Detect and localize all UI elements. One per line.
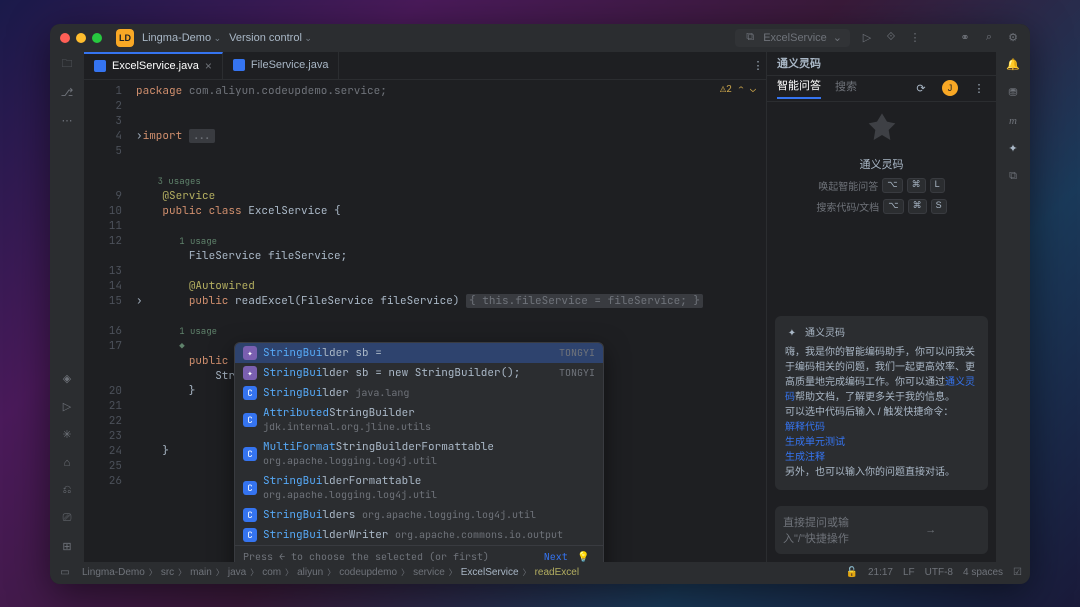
autocomplete-footer: Press ← to choose the selected (or first… (235, 545, 603, 562)
autocomplete-item[interactable]: CMultiFormatStringBuilderFormattable org… (235, 437, 603, 471)
run-config-label: ExcelService (763, 32, 827, 44)
caret-position[interactable]: 21:17 (868, 567, 893, 578)
breadcrumb-segment[interactable]: java (228, 567, 246, 578)
cmd-unittest[interactable]: 生成单元测试 (785, 435, 978, 450)
search-icon[interactable]: ⌕ (982, 31, 996, 45)
cmd-comment[interactable]: 生成注释 (785, 450, 978, 465)
settings-icon[interactable]: ⚙ (1006, 31, 1020, 45)
tab-label: FileService.java (251, 59, 329, 71)
java-file-icon (94, 60, 106, 72)
tab-more-icon[interactable]: ⋮ (750, 58, 766, 72)
debug-tool-icon[interactable]: ✳ (60, 428, 74, 442)
panel-title: 通义灵码 (767, 52, 996, 76)
statusbar: ▭ Lingma-Demo src main java com aliyun codeupd… (50, 562, 1030, 584)
breadcrumb-segment[interactable]: aliyun (297, 567, 323, 578)
autocomplete-item[interactable]: CAttributedStringBuilder jdk.internal.or… (235, 403, 603, 437)
cmd-explain[interactable]: 解释代码 (785, 420, 978, 435)
run-icon[interactable]: ▷ (860, 31, 874, 45)
maximize-icon[interactable] (92, 33, 102, 43)
panel-tab-chat[interactable]: 智能问答 (777, 77, 821, 99)
breadcrumb-segment[interactable]: com (262, 567, 281, 578)
autocomplete-popup[interactable]: ✦StringBuilder sb = TONGYI✦StringBuilder… (234, 342, 604, 562)
autocomplete-item[interactable]: CStringBuilderWriter org.apache.commons.… (235, 525, 603, 545)
panel-more-icon[interactable]: ⋮ (972, 81, 986, 95)
project-structure-icon[interactable]: ▭ (58, 566, 72, 580)
debug-icon[interactable]: ⟐ (884, 31, 898, 45)
run-config-selector[interactable]: ⧉ ExcelService ⌄ (735, 29, 850, 47)
avatar[interactable]: J (942, 80, 958, 96)
assistant-tool-icon[interactable]: ✦ (1006, 142, 1020, 156)
panel-tab-search[interactable]: 搜索 (835, 78, 857, 98)
autocomplete-item[interactable]: ✦StringBuilder sb = TONGYI (235, 343, 603, 363)
editor-tabs: ExcelService.java × FileService.java ⋮ (84, 52, 766, 80)
breadcrumb-segment[interactable]: src (161, 567, 174, 578)
autocomplete-item[interactable]: CStringBuilderFormattable org.apache.log… (235, 471, 603, 505)
shortcut-chat: 唤起智能问答 ⌥ ⌘ L (818, 178, 944, 193)
project-tool-icon[interactable]: 🗀 (60, 58, 74, 72)
run-config-icon: ⧉ (743, 31, 757, 45)
run-tool-icon[interactable]: ▷ (60, 400, 74, 414)
problems-tool-icon[interactable]: ⊞ (60, 540, 74, 554)
build-tool-icon[interactable]: ⌂ (60, 456, 74, 470)
indent[interactable]: 4 spaces (963, 567, 1003, 578)
tab-label: ExcelService.java (112, 60, 199, 72)
right-tool-icon[interactable]: ⧉ (1006, 170, 1020, 184)
breadcrumb-segment[interactable]: readExcel (535, 567, 579, 578)
code-with-me-icon[interactable]: ⚭ (958, 31, 972, 45)
lock-icon[interactable]: 🔓 (846, 567, 858, 578)
close-tab-icon[interactable]: × (205, 59, 212, 73)
readonly-icon[interactable]: ☑ (1013, 567, 1022, 578)
tab-fileservice[interactable]: FileService.java (223, 52, 340, 79)
hero-title: 通义灵码 (860, 156, 904, 172)
breadcrumb-segment[interactable]: main (190, 567, 212, 578)
tab-excelservice[interactable]: ExcelService.java × (84, 52, 223, 79)
vcs-tool-icon[interactable]: ⎌ (60, 484, 74, 498)
bookmarks-icon[interactable]: ◈ (60, 372, 74, 386)
breadcrumb-segment[interactable]: Lingma-Demo (82, 567, 145, 578)
terminal-tool-icon[interactable]: ⎚ (60, 512, 74, 526)
history-icon[interactable]: ⟳ (914, 81, 928, 95)
project-badge: LD (116, 29, 134, 47)
autocomplete-item[interactable]: CStringBuilders org.apache.logging.log4j… (235, 505, 603, 525)
breadcrumb-segment[interactable]: ExcelService (461, 567, 519, 578)
right-toolstrip: 🔔 ⛃ m ✦ ⧉ (996, 52, 1030, 562)
next-tip-link[interactable]: Next Tip (544, 550, 574, 562)
assistant-logo-icon (862, 110, 902, 150)
structure-tool-icon[interactable]: ⋯ (60, 114, 74, 128)
assistant-icon: ✦ (785, 326, 799, 340)
breadcrumb[interactable]: Lingma-Demo src main java com aliyun codeupdem… (82, 567, 836, 578)
breadcrumb-segment[interactable]: codeupdemo (339, 567, 397, 578)
ide-window: LD Lingma-Demo Version control ⧉ ExcelSe… (50, 24, 1030, 584)
assistant-input[interactable]: 直接提问或输入"/"快捷操作 → (775, 506, 988, 554)
close-icon[interactable] (60, 33, 70, 43)
project-dropdown[interactable]: Lingma-Demo (142, 32, 221, 44)
titlebar[interactable]: LD Lingma-Demo Version control ⧉ ExcelSe… (50, 24, 1030, 52)
vcs-dropdown[interactable]: Version control (229, 32, 312, 44)
encoding[interactable]: UTF-8 (925, 567, 953, 578)
line-separator[interactable]: LF (903, 567, 915, 578)
shortcut-search: 搜索代码/文档 ⌥ ⌘ S (816, 199, 946, 214)
input-placeholder: 直接提问或输入"/"快捷操作 (783, 514, 882, 546)
database-icon[interactable]: ⛃ (1006, 86, 1020, 100)
java-file-icon (233, 59, 245, 71)
editor-area: ExcelService.java × FileService.java ⋮ ⚠… (84, 52, 766, 562)
breadcrumb-segment[interactable]: service (413, 567, 445, 578)
window-controls (60, 33, 102, 43)
more-actions-icon[interactable]: ⋮ (908, 31, 922, 45)
send-icon[interactable]: → (882, 523, 981, 537)
commit-tool-icon[interactable]: ⎇ (60, 86, 74, 100)
maven-icon[interactable]: m (1006, 114, 1020, 128)
autocomplete-item[interactable]: ✦StringBuilder sb = new StringBuilder();… (235, 363, 603, 383)
autocomplete-item[interactable]: CStringBuilder java.lang (235, 383, 603, 403)
assistant-intro-card: ✦通义灵码 嗨，我是你的智能编码助手，你可以问我关于编码相关的问题，我们一起更高… (775, 316, 988, 490)
left-toolstrip: 🗀 ⎇ ⋯ ◈ ▷ ✳ ⌂ ⎌ ⎚ ⊞ (50, 52, 84, 562)
notifications-icon[interactable]: 🔔 (1006, 58, 1020, 72)
ai-assistant-panel: 通义灵码 智能问答 搜索 ⟳ J ⋮ 通义灵码 唤起智能问答 ⌥ ⌘ L (766, 52, 996, 562)
gutter: 12345 9101112131415161720212223242526 (84, 80, 130, 562)
code-editor[interactable]: ⚠2 ⌃ ⌄ 12345 910111213141516172021222324… (84, 80, 766, 562)
minimize-icon[interactable] (76, 33, 86, 43)
assistant-hero: 通义灵码 唤起智能问答 ⌥ ⌘ L 搜索代码/文档 ⌥ ⌘ S (767, 102, 996, 222)
